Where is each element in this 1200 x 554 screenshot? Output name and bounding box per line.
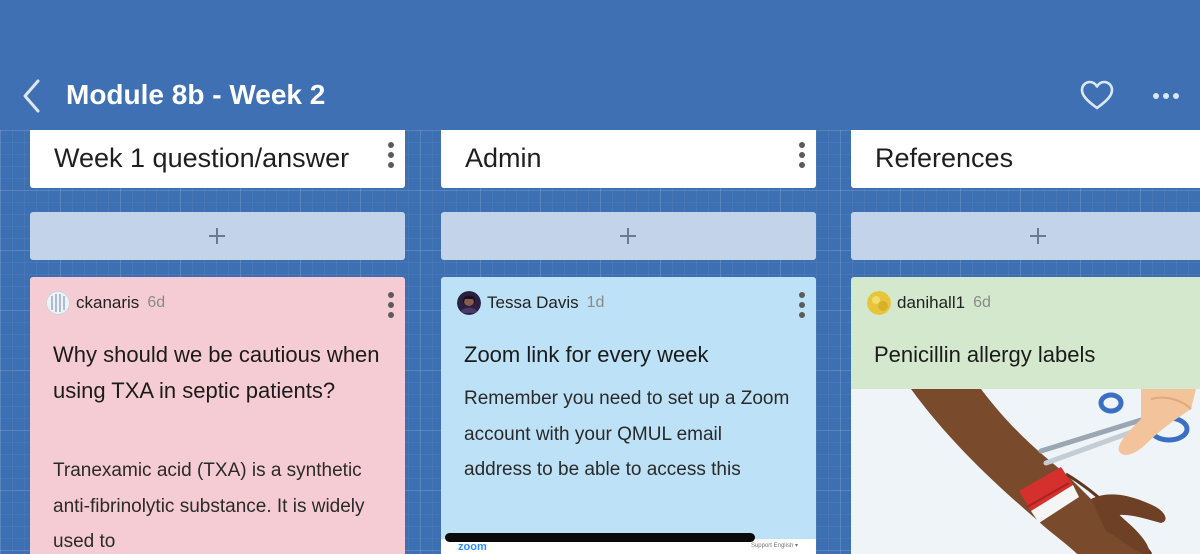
allergy-label-illustration[interactable]	[851, 389, 1200, 554]
section-title: Week 1 question/answer	[54, 143, 350, 173]
post-age: 6d	[973, 294, 991, 311]
zoom-header-links: Support English ▾	[750, 543, 798, 549]
section-column: References danihall1 6d Penicillin allerg…	[851, 130, 1200, 554]
post-meta: Tessa Davis 1d	[457, 291, 604, 317]
post-age: 6d	[147, 294, 166, 311]
kebab-menu-icon[interactable]	[385, 140, 397, 170]
section-column: Admin Tessa Davis 1d Zoom link for every …	[441, 130, 816, 554]
post-body: Remember you need to set up a Zoom accou…	[464, 388, 790, 480]
kebab-menu-icon[interactable]	[385, 290, 397, 320]
post-card[interactable]: Tessa Davis 1d Zoom link for every week R…	[441, 277, 816, 554]
plus-icon	[209, 228, 225, 244]
post-author[interactable]: Tessa Davis	[487, 293, 579, 312]
post-subject: Penicillin allergy labels	[874, 342, 1096, 367]
post-author[interactable]: danihall1	[897, 293, 965, 312]
page-title: Module 8b - Week 2	[66, 79, 326, 110]
home-indicator[interactable]	[445, 533, 755, 542]
post-card[interactable]: danihall1 6d Penicillin allergy labels	[851, 277, 1200, 554]
avatar	[46, 291, 70, 315]
kebab-menu-icon[interactable]	[796, 140, 808, 170]
more-options-icon[interactable]	[1150, 84, 1184, 108]
add-post-button[interactable]	[30, 212, 405, 260]
avatar	[867, 291, 891, 315]
section-title: References	[875, 143, 1014, 173]
section-header: References	[851, 130, 1200, 188]
post-card[interactable]: ckanaris 6d Why should we be cautious whe…	[30, 277, 405, 554]
post-body: Tranexamic acid (TXA) is a synthetic ant…	[53, 460, 365, 552]
back-chevron-icon[interactable]	[20, 78, 46, 114]
post-age: 1d	[586, 294, 605, 311]
plus-icon	[620, 228, 636, 244]
top-bar: Module 8b - Week 2	[0, 0, 1200, 130]
post-author[interactable]: ckanaris	[76, 293, 139, 312]
kebab-menu-icon[interactable]	[796, 290, 808, 320]
zoom-logo: zoom	[458, 541, 487, 553]
add-post-button[interactable]	[851, 212, 1200, 260]
avatar	[457, 291, 481, 315]
padlet-board: Week 1 question/answer ckanaris 6d Why sh…	[0, 130, 1200, 554]
post-subject: Zoom link for every week	[464, 342, 709, 367]
section-header: Admin	[441, 130, 816, 188]
heart-icon[interactable]	[1080, 80, 1114, 112]
add-post-button[interactable]	[441, 212, 816, 260]
section-column: Week 1 question/answer ckanaris 6d Why sh…	[30, 130, 405, 554]
section-title: Admin	[465, 143, 542, 173]
post-subject: Why should we be cautious when using TXA…	[53, 342, 380, 403]
section-header: Week 1 question/answer	[30, 130, 405, 188]
post-meta: ckanaris 6d	[46, 291, 165, 317]
plus-icon	[1030, 228, 1046, 244]
post-meta: danihall1 6d	[867, 291, 991, 317]
